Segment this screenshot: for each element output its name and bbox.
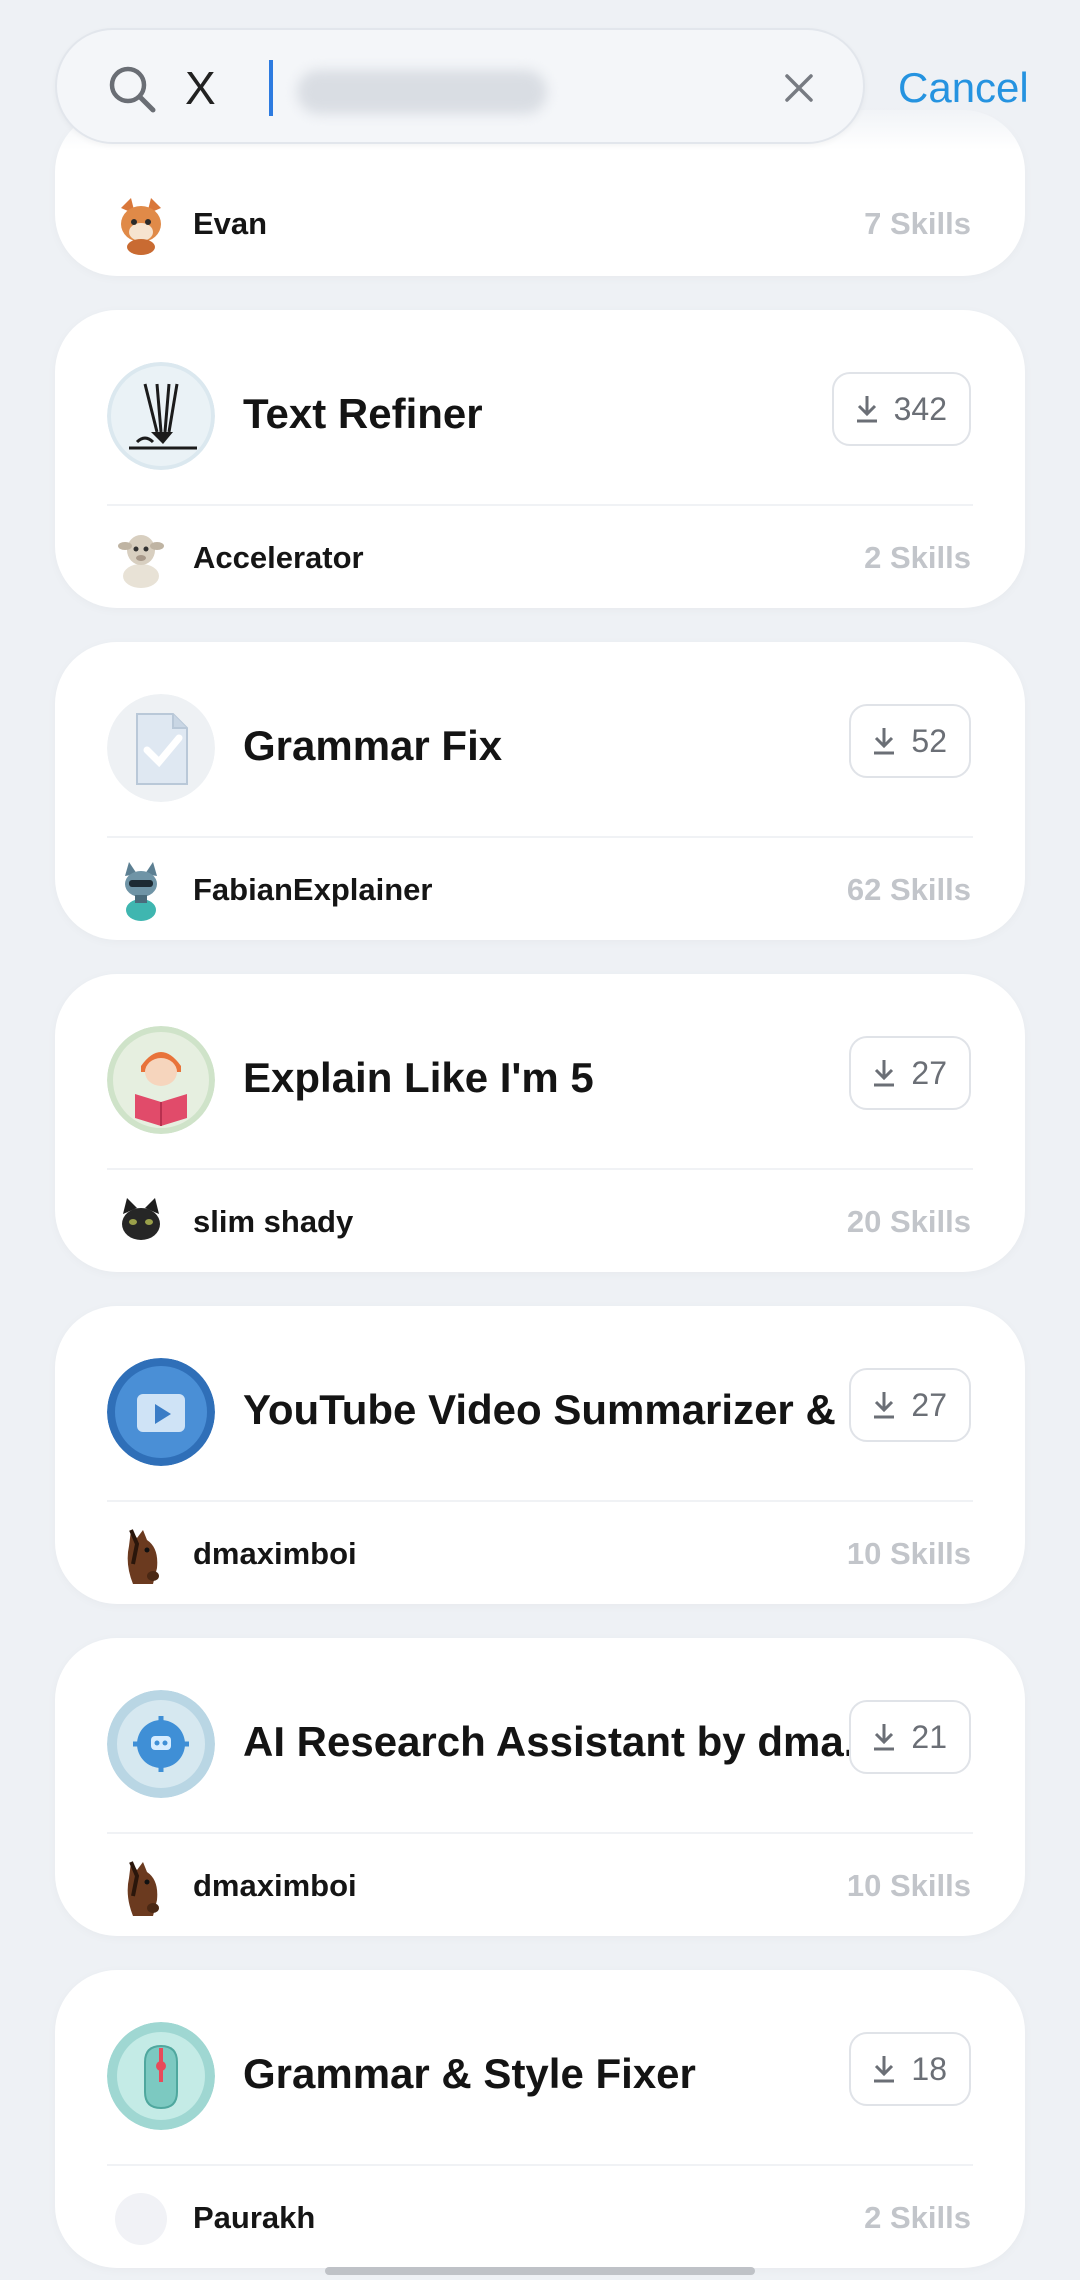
author-row[interactable]: FabianExplainer 62 Skills: [55, 838, 1025, 942]
author-name: Evan: [193, 206, 268, 241]
skill-title: Text Refiner: [243, 390, 483, 437]
close-icon[interactable]: [779, 68, 819, 108]
download-count: 52: [911, 723, 947, 759]
download-icon: [874, 728, 895, 755]
skill-count: 2 Skills: [864, 2200, 971, 2235]
ai-chip-thumbnail-icon: [107, 1690, 215, 1798]
skill-title: Explain Like I'm 5: [243, 1054, 594, 1101]
result-card[interactable]: Explain Like I'm 5 27 slim shady 20 Skil…: [55, 974, 1025, 1272]
document-check-thumbnail-icon: [107, 694, 215, 802]
author-row[interactable]: Paurakh 2 Skills: [55, 2166, 1025, 2270]
download-badge[interactable]: 21: [849, 1700, 971, 1774]
result-card[interactable]: AI Research Assistant by dma... 21 dmaxi…: [55, 1638, 1025, 1936]
skill-header[interactable]: Grammar & Style Fixer 18: [55, 1970, 1025, 2165]
download-badge[interactable]: 52: [849, 704, 971, 778]
download-badge[interactable]: 27: [849, 1036, 971, 1110]
search-field[interactable]: X: [55, 28, 865, 144]
sheep-avatar-icon: [113, 528, 169, 590]
cancel-button[interactable]: Cancel: [898, 58, 1029, 118]
skill-header[interactable]: Text Refiner 342: [55, 310, 1025, 505]
capsule-thumbnail-icon: [107, 2022, 215, 2130]
download-count: 21: [911, 1719, 947, 1755]
download-icon: [856, 396, 877, 423]
result-card[interactable]: Grammar Fix 52 FabianExplainer 62 Skills: [55, 642, 1025, 940]
result-card[interactable]: Grammar & Style Fixer 18 Paurakh 2 Skill…: [55, 1970, 1025, 2268]
author-name: slim shady: [193, 1204, 354, 1239]
result-card[interactable]: Text Refiner 342 Accelerator 2 Skills: [55, 310, 1025, 608]
author-row[interactable]: slim shady 20 Skills: [55, 1170, 1025, 1274]
skill-header[interactable]: YouTube Video Summarizer & ... 27: [55, 1306, 1025, 1501]
skill-count: 10 Skills: [846, 1536, 971, 1571]
blurred-suggestion: [297, 70, 547, 114]
author-name: dmaximboi: [193, 1868, 357, 1903]
reading-child-thumbnail-icon: [107, 1026, 215, 1134]
download-badge[interactable]: 27: [849, 1368, 971, 1442]
download-icon: [874, 1724, 895, 1751]
author-row[interactable]: Evan 7 Skills: [55, 172, 1025, 276]
author-name: Paurakh: [193, 2200, 316, 2235]
author-row[interactable]: dmaximboi 10 Skills: [55, 1834, 1025, 1938]
robot-cat-avatar-icon: [113, 860, 169, 922]
author-name: Accelerator: [193, 540, 364, 575]
skill-header[interactable]: Explain Like I'm 5 27: [55, 974, 1025, 1169]
pen-thumbnail-icon: [107, 362, 215, 470]
download-icon: [874, 1060, 895, 1087]
skill-count: 2 Skills: [864, 540, 971, 575]
skill-count: 62 Skills: [846, 872, 971, 907]
result-card[interactable]: YouTube Video Summarizer & ... 27 dmaxim…: [55, 1306, 1025, 1604]
download-count: 27: [911, 1055, 947, 1091]
search-input[interactable]: X: [185, 58, 216, 118]
skill-header[interactable]: Grammar Fix 52: [55, 642, 1025, 837]
download-icon: [874, 2056, 895, 2083]
download-badge[interactable]: 342: [831, 372, 971, 446]
skill-count: 7 Skills: [864, 206, 971, 241]
author-row[interactable]: dmaximboi 10 Skills: [55, 1502, 1025, 1606]
black-cat-avatar-icon: [113, 1192, 169, 1254]
fox-avatar-icon: [113, 194, 169, 256]
skill-title: YouTube Video Summarizer & ...: [243, 1386, 883, 1433]
download-count: 342: [893, 391, 947, 427]
skill-title: Grammar & Style Fixer: [243, 2050, 696, 2097]
skill-title: AI Research Assistant by dma...: [243, 1718, 879, 1765]
author-name: dmaximboi: [193, 1536, 357, 1571]
skill-header[interactable]: AI Research Assistant by dma... 21: [55, 1638, 1025, 1833]
download-icon: [874, 1392, 895, 1419]
author-row[interactable]: Accelerator 2 Skills: [55, 506, 1025, 610]
skill-count: 10 Skills: [846, 1868, 971, 1903]
search-header: X Cancel: [0, 0, 1080, 150]
skill-count: 20 Skills: [846, 1204, 971, 1239]
home-indicator[interactable]: [325, 2267, 755, 2275]
download-count: 18: [911, 2051, 947, 2087]
download-count: 27: [911, 1387, 947, 1423]
search-icon: [109, 66, 156, 113]
avatar-placeholder: [113, 2188, 169, 2250]
text-cursor: [269, 60, 273, 116]
download-badge[interactable]: 18: [849, 2032, 971, 2106]
skill-title: Grammar Fix: [243, 722, 503, 769]
author-name: FabianExplainer: [193, 872, 433, 907]
video-play-thumbnail-icon: [107, 1358, 215, 1466]
horse-avatar-icon: [113, 1524, 169, 1586]
horse-avatar-icon: [113, 1856, 169, 1918]
